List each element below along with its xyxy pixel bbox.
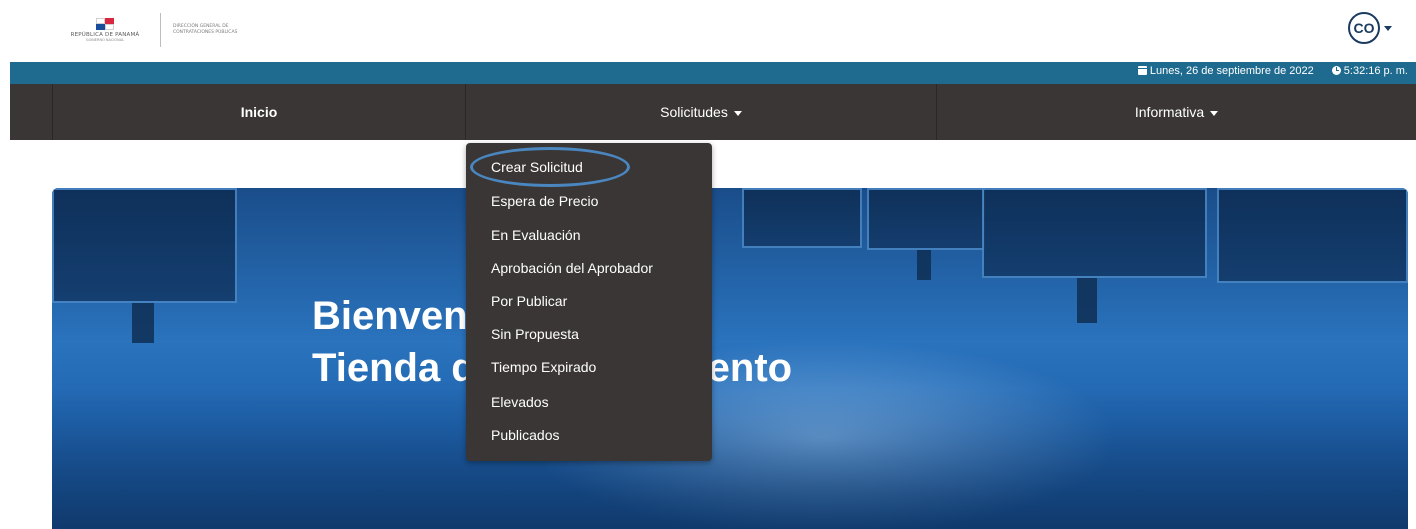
menu-item-elevados[interactable]: Elevados bbox=[491, 391, 549, 413]
nav-item-informativa[interactable]: Informativa bbox=[937, 84, 1416, 140]
top-header: REPÚBLICA DE PANAMÁ GOBIERNO NACIONAL DI… bbox=[0, 0, 1416, 62]
monitor-stand bbox=[917, 250, 931, 280]
menu-item-tiempo-expirado[interactable]: Tiempo Expirado bbox=[491, 356, 596, 378]
chevron-down-icon bbox=[1210, 110, 1219, 116]
chevron-down-icon bbox=[733, 110, 742, 116]
menu-item-en-evaluacion[interactable]: En Evaluación bbox=[491, 224, 581, 246]
nav-item-label: Informativa bbox=[1134, 104, 1205, 120]
hero-floor bbox=[52, 388, 1408, 529]
monitor-image bbox=[982, 188, 1207, 278]
hero-banner: Bienvenido a la Tienda de Arrendamiento bbox=[52, 188, 1408, 529]
monitor-image bbox=[1217, 188, 1408, 283]
clock-icon bbox=[1331, 65, 1341, 75]
date-time-display: Lunes, 26 de septiembre de 2022 5:32:16 … bbox=[1137, 65, 1408, 77]
current-time: 5:32:16 p. m. bbox=[1343, 65, 1408, 77]
nav-item-label: Inicio bbox=[240, 104, 278, 120]
main-nav: Inicio Solicitudes Informativa bbox=[10, 84, 1416, 140]
logo-government-text: GOBIERNO NACIONAL bbox=[85, 38, 125, 42]
user-avatar[interactable]: CO bbox=[1348, 12, 1380, 44]
nav-item-label: Solicitudes bbox=[660, 104, 728, 120]
current-date: Lunes, 26 de septiembre de 2022 bbox=[1149, 65, 1314, 77]
government-logo[interactable]: REPÚBLICA DE PANAMÁ GOBIERNO NACIONAL DI… bbox=[56, 10, 237, 50]
panama-flag-icon bbox=[96, 18, 114, 30]
menu-item-crear-solicitud[interactable]: Crear Solicitud bbox=[491, 156, 583, 178]
calendar-icon bbox=[1137, 65, 1147, 75]
monitor-image bbox=[742, 188, 862, 248]
info-bar: Lunes, 26 de septiembre de 2022 5:32:16 … bbox=[10, 62, 1416, 84]
logo-panama: REPÚBLICA DE PANAMÁ GOBIERNO NACIONAL bbox=[56, 18, 154, 42]
menu-item-sin-propuesta[interactable]: Sin Propuesta bbox=[491, 323, 579, 345]
monitor-stand bbox=[1077, 278, 1097, 323]
chevron-down-icon[interactable] bbox=[1384, 25, 1392, 31]
monitor-image bbox=[52, 188, 237, 303]
menu-item-por-publicar[interactable]: Por Publicar bbox=[491, 290, 567, 312]
logo-agency-line2: CONTRATACIONES PÚBLICAS bbox=[173, 30, 238, 35]
menu-item-espera-de-precio[interactable]: Espera de Precio bbox=[491, 190, 598, 212]
menu-item-publicados[interactable]: Publicados bbox=[491, 424, 560, 446]
nav-item-solicitudes[interactable]: Solicitudes bbox=[466, 84, 936, 140]
logo-agency: DIRECCIÓN GENERAL DE CONTRATACIONES PÚBL… bbox=[173, 24, 237, 36]
solicitudes-dropdown-menu: Crear Solicitud Espera de Precio En Eval… bbox=[466, 143, 712, 461]
nav-item-inicio[interactable]: Inicio bbox=[53, 84, 465, 140]
monitor-image bbox=[867, 188, 985, 250]
logo-divider bbox=[160, 13, 161, 47]
monitor-stand bbox=[132, 303, 154, 343]
menu-item-aprobacion-del-aprobador[interactable]: Aprobación del Aprobador bbox=[491, 257, 653, 279]
user-menu[interactable]: CO bbox=[1348, 12, 1392, 44]
